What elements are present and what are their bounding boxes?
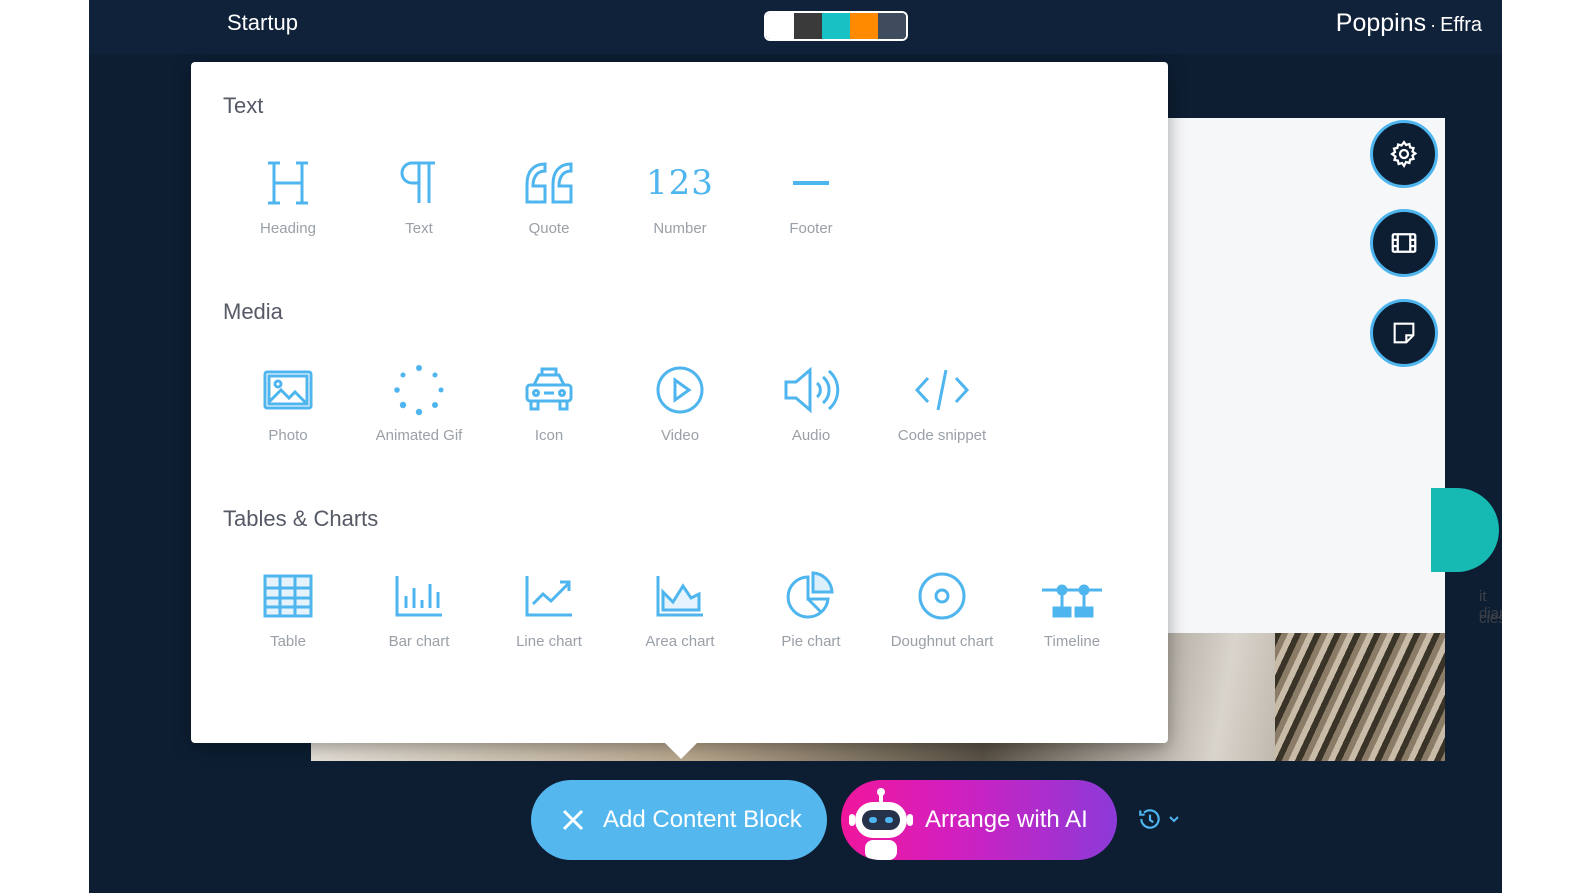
- sticky-note-icon: [1393, 322, 1415, 344]
- block-label: Table: [270, 633, 306, 650]
- top-bar: Startup Poppins · Effra: [89, 0, 1502, 54]
- doughnut-chart-icon: [918, 572, 966, 620]
- palette-swatch: [822, 13, 850, 39]
- quote-icon: [525, 162, 573, 204]
- block-doughnut-chart[interactable]: Doughnut chart: [877, 565, 1007, 661]
- code-icon: [914, 369, 970, 411]
- block-icon[interactable]: Icon: [484, 359, 614, 455]
- block-pie-chart[interactable]: Pie chart: [746, 565, 876, 661]
- block-label: Text: [405, 220, 433, 237]
- block-label: Pie chart: [781, 633, 841, 650]
- heading-icon: [268, 161, 308, 205]
- bar-chart-icon: [395, 576, 442, 617]
- block-number[interactable]: 123 Number: [615, 152, 745, 248]
- block-label: Photo: [268, 427, 308, 444]
- film-icon: [1391, 233, 1417, 253]
- block-footer[interactable]: Footer: [746, 152, 876, 248]
- slide-body-text: cies: [1479, 610, 1502, 627]
- block-label: Video: [660, 427, 700, 444]
- line-chart-icon: [525, 576, 572, 617]
- palette-swatch: [878, 13, 906, 39]
- arrange-with-ai-label: Arrange with AI: [925, 806, 1088, 833]
- block-line-chart[interactable]: Line chart: [484, 565, 614, 661]
- add-content-panel: Text Heading Text Quote 123 Number Foote…: [191, 62, 1168, 743]
- add-content-block-label: Add Content Block: [603, 806, 802, 833]
- photo-icon: [263, 370, 313, 410]
- block-area-chart[interactable]: Area chart: [615, 565, 745, 661]
- history-icon: [1139, 809, 1160, 829]
- block-bar-chart[interactable]: Bar chart: [354, 565, 484, 661]
- font-pair-picker[interactable]: Poppins · Effra: [1336, 9, 1482, 38]
- speaker-icon: [784, 366, 840, 414]
- area-chart-icon: [656, 576, 703, 617]
- block-quote[interactable]: Quote: [484, 152, 614, 248]
- table-icon: [263, 574, 313, 618]
- slide-accent-shape: [1431, 488, 1499, 572]
- block-label: Area chart: [645, 633, 715, 650]
- close-icon: [562, 809, 584, 831]
- palette-swatch: [794, 13, 822, 39]
- block-text[interactable]: Text: [354, 152, 484, 248]
- robot-icon: [849, 788, 913, 860]
- play-icon: [656, 366, 704, 414]
- settings-button[interactable]: [1370, 120, 1438, 188]
- palette-swatch: [766, 13, 794, 39]
- block-label: Footer: [789, 220, 833, 237]
- chevron-down-icon: [1169, 816, 1179, 823]
- font-separator: ·: [1430, 15, 1437, 35]
- spinner-icon: [394, 365, 444, 416]
- block-label: Bar chart: [388, 633, 450, 650]
- history-dropdown[interactable]: [1137, 804, 1185, 834]
- block-label: Doughnut chart: [890, 633, 994, 650]
- add-content-block-button[interactable]: Add Content Block: [531, 780, 827, 860]
- block-label: Quote: [528, 220, 570, 237]
- arrange-with-ai-button[interactable]: Arrange with AI: [841, 780, 1117, 860]
- block-label: Number: [653, 220, 707, 237]
- block-video[interactable]: Video: [615, 359, 745, 455]
- section-title-tables-charts: Tables & Charts: [223, 506, 379, 531]
- block-label: Heading: [260, 220, 316, 237]
- block-label: Line chart: [516, 633, 582, 650]
- block-audio[interactable]: Audio: [746, 359, 876, 455]
- block-label: Timeline: [1043, 633, 1101, 650]
- app-window: Startup Poppins·Effra it diam cies: [89, 0, 1502, 893]
- pie-chart-icon: [786, 571, 834, 619]
- section-title-media: Media: [223, 299, 283, 324]
- block-animated-gif[interactable]: Animated Gif: [354, 359, 484, 455]
- block-table[interactable]: Table: [223, 565, 353, 661]
- block-label: Icon: [534, 427, 564, 444]
- media-library-button[interactable]: [1370, 209, 1438, 277]
- color-palette-picker[interactable]: [764, 11, 908, 41]
- taxi-icon: [525, 367, 573, 411]
- gear-icon: [1390, 140, 1418, 169]
- slide-photo: [1275, 633, 1445, 761]
- paragraph-icon: [400, 161, 435, 203]
- timeline-icon: [1042, 584, 1102, 618]
- notes-button[interactable]: [1370, 299, 1438, 367]
- block-photo[interactable]: Photo: [223, 359, 353, 455]
- panel-pointer: [664, 742, 698, 759]
- font-secondary: Effra: [1440, 14, 1482, 36]
- presentation-title[interactable]: Startup: [227, 10, 298, 36]
- block-label: Audio: [791, 427, 831, 444]
- block-code-snippet[interactable]: Code snippet: [877, 359, 1007, 455]
- font-primary: Poppins: [1335, 9, 1427, 37]
- block-label: Animated Gif: [375, 427, 463, 444]
- block-timeline[interactable]: Timeline: [1007, 565, 1137, 661]
- footer-icon: [793, 181, 829, 185]
- block-label: Code snippet: [897, 427, 987, 444]
- section-title-text: Text: [223, 93, 264, 118]
- block-heading[interactable]: Heading: [223, 152, 353, 248]
- number-icon: 123: [646, 163, 714, 203]
- palette-swatch: [850, 13, 878, 39]
